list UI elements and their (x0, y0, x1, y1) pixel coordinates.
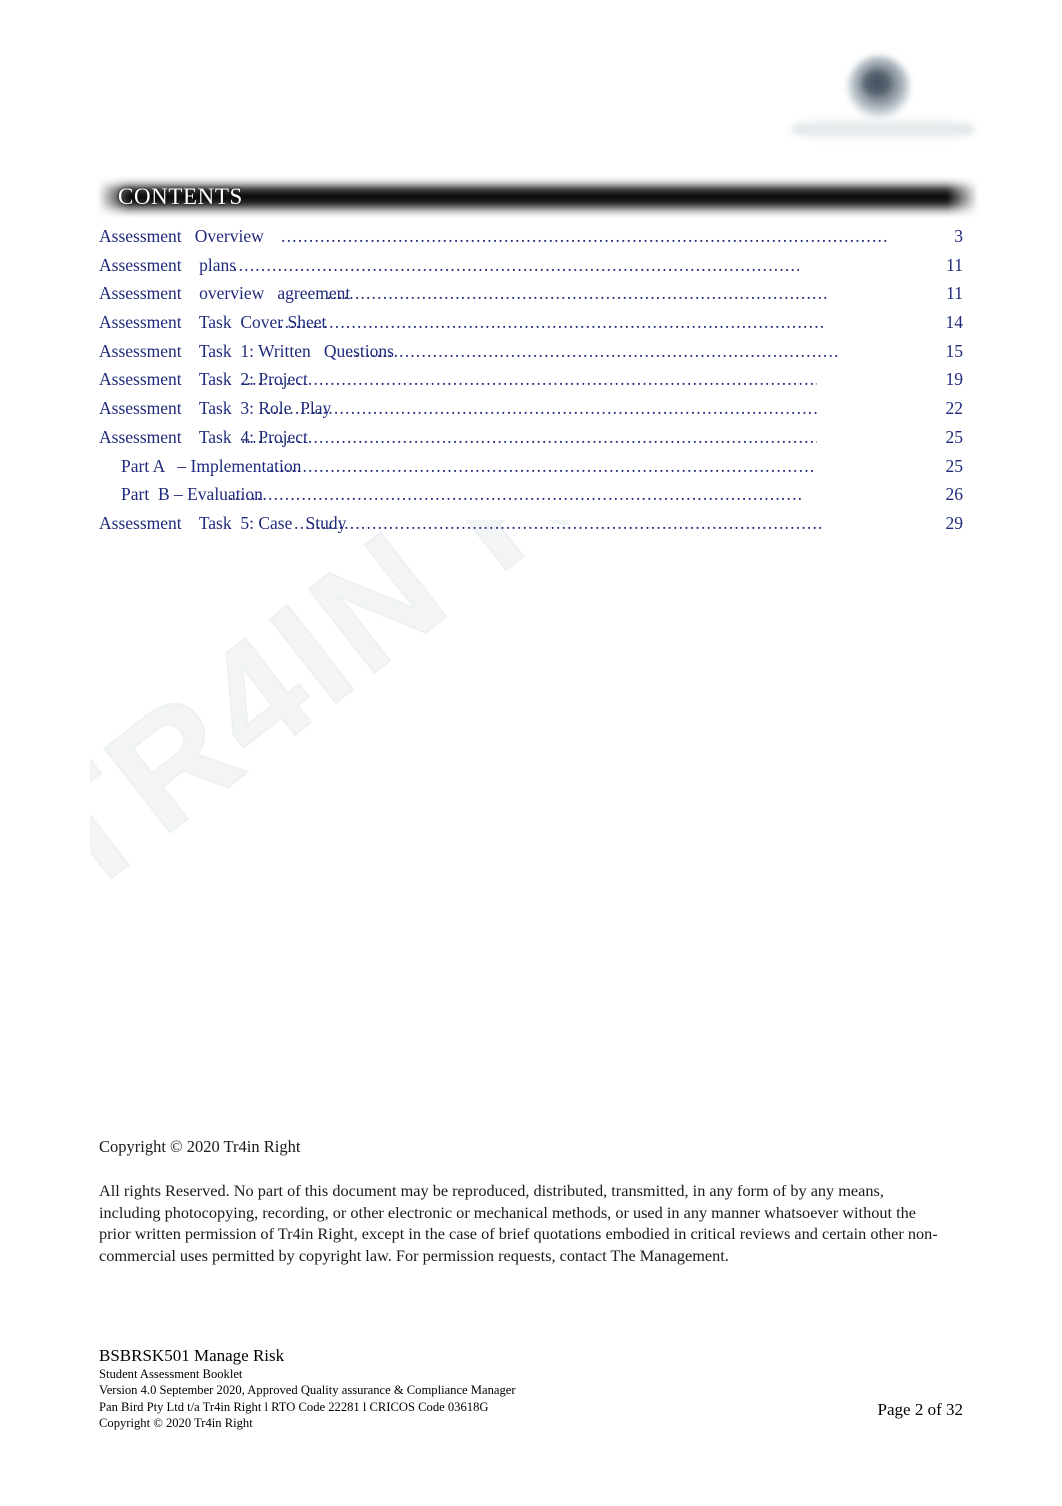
toc-leader-dots: ........................................… (349, 340, 839, 361)
toc-leader-dots: ........................................… (233, 254, 799, 275)
footer-copyright: Copyright © 2020 Tr4in Right (99, 1416, 253, 1431)
toc-entry[interactable]: Assessment plans........................… (99, 251, 963, 280)
toc-page-number: 3 (954, 226, 963, 246)
toc-page-number: 11 (946, 283, 963, 304)
toc-entry[interactable]: Assessment Task Cover Sheet.............… (99, 308, 963, 337)
toc-entry-label: Assessment plans (99, 254, 237, 275)
logo-wordmark (792, 116, 974, 142)
copyright-block: Copyright © 2020 Tr4in Right All rights … (99, 1135, 939, 1266)
table-of-contents: Assessment Overview.....................… (99, 222, 963, 538)
toc-leader-dots: ........................................… (279, 312, 824, 333)
toc-leader-dots: ........................................… (241, 426, 817, 447)
watermark: TR4IN RIGHT (90, 520, 850, 1140)
footer-version: Version 4.0 September 2020, Approved Qua… (99, 1383, 516, 1398)
toc-leader-dots: ........................................… (269, 455, 814, 476)
footer-unit-title: BSBRSK501 Manage Risk (99, 1346, 285, 1365)
toc-page-number: 25 (945, 426, 964, 447)
toc-entry-label: Assessment Overview (99, 226, 264, 246)
footer-booklet-name: Student Assessment Booklet (99, 1367, 243, 1381)
toc-page-number: 25 (945, 455, 964, 476)
toc-page-number: 29 (945, 512, 964, 533)
toc-entry[interactable]: Assessment Overview.....................… (99, 222, 963, 251)
page-footer: BSBRSK501 Manage Risk Student Assessment… (99, 1345, 963, 1432)
toc-leader-dots: ........................................… (267, 398, 819, 419)
copyright-notice: Copyright © 2020 Tr4in Right (99, 1137, 301, 1156)
logo-circle-inner-icon (862, 70, 892, 96)
page-indicator: Page 2 of 32 (877, 1400, 963, 1419)
toc-entry[interactable]: Part B – Evaluation.....................… (99, 480, 963, 509)
document-page: TR4IN RIGHT CONTENTS Assessment Overview… (0, 0, 1062, 1506)
footer-rto-details: Pan Bird Pty Ltd t/a Tr4in Right l RTO C… (99, 1399, 489, 1414)
toc-entry-label: Assessment overview agreement (99, 283, 351, 304)
toc-entry[interactable]: Assessment Task 4: Project..............… (99, 423, 963, 452)
toc-page-number: 11 (946, 254, 963, 275)
toc-page-number: 19 (945, 369, 964, 390)
contents-header-bar: CONTENTS (98, 177, 978, 217)
toc-entry[interactable]: Assessment Task 3: Role Play............… (99, 394, 963, 423)
page-title: CONTENTS (118, 184, 243, 209)
copyright-paragraph: All rights Reserved. No part of this doc… (99, 1181, 938, 1265)
toc-entry[interactable]: Assessment Task 2: Project..............… (99, 365, 963, 394)
watermark-text: TR4IN RIGHT (90, 520, 850, 928)
toc-entry[interactable]: Assessment Task 1: Written Questions....… (99, 337, 963, 366)
toc-page-number: 15 (945, 340, 964, 361)
toc-leader-dots: ........................................… (294, 512, 824, 533)
toc-leader-dots: ........................................… (229, 484, 804, 505)
toc-leader-dots: ........................................… (281, 226, 889, 246)
toc-entry[interactable]: Assessment overview agreement...........… (99, 279, 963, 308)
organization-logo (786, 44, 978, 156)
toc-leader-dots: ........................................… (241, 369, 817, 390)
toc-entry[interactable]: Part A – Implementation.................… (99, 452, 963, 481)
toc-leader-dots: ........................................… (327, 283, 827, 304)
toc-page-number: 14 (945, 312, 964, 333)
toc-page-number: 26 (945, 484, 964, 505)
toc-entry[interactable]: Assessment Task 5: Case Study...........… (99, 509, 963, 538)
toc-page-number: 22 (945, 398, 964, 419)
